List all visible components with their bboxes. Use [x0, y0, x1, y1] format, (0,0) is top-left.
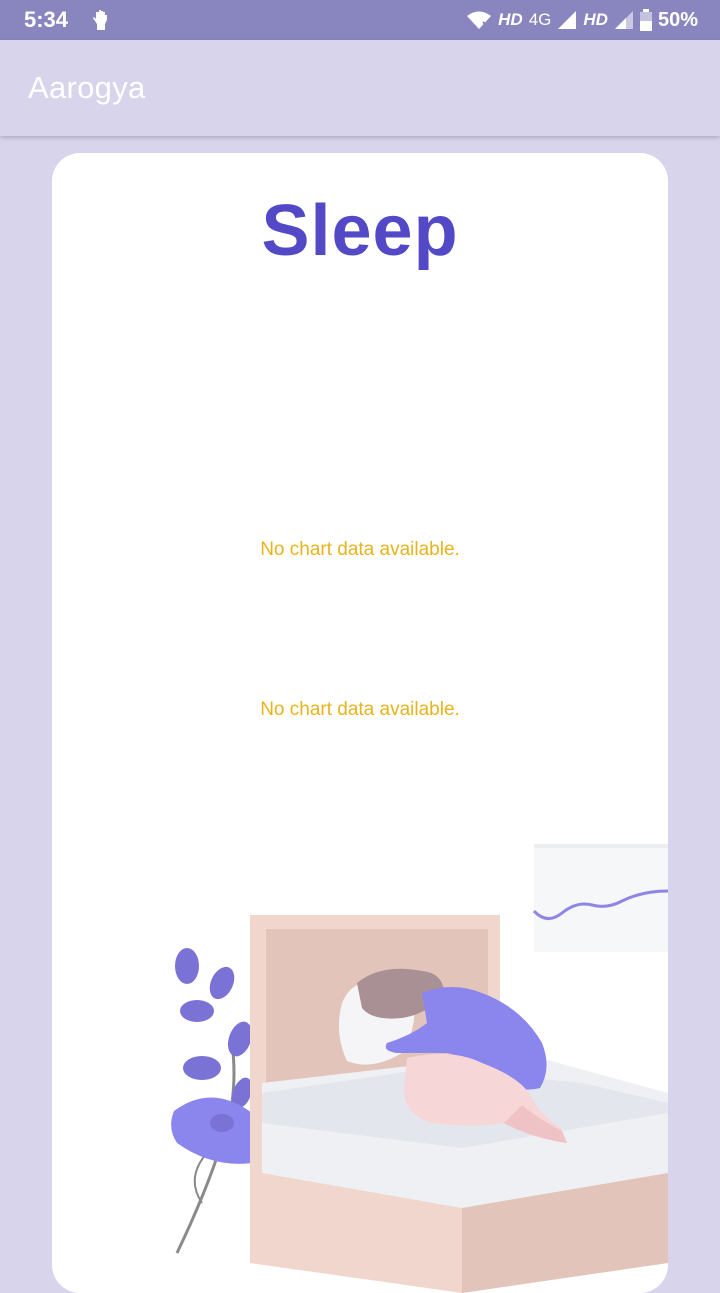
wifi-icon	[467, 11, 492, 29]
signal-icon	[558, 11, 577, 29]
chart-1-empty-message: No chart data available.	[260, 539, 460, 560]
battery-icon	[639, 9, 652, 31]
status-right-group: HD 4G HD 50%	[466, 6, 698, 34]
battery-percent: 50%	[657, 8, 698, 31]
chart-2-empty-message: No chart data available.	[260, 699, 460, 720]
hd-label-2: HD	[583, 10, 608, 29]
sleeping-illustration	[171, 844, 668, 1293]
hd-label-1: HD	[498, 10, 523, 29]
app-bar: Aarogya	[0, 40, 720, 136]
status-bar: 5:34 HD 4G HD 50%	[0, 0, 720, 40]
app-title: Aarogya	[28, 70, 146, 105]
signal-icon-2	[614, 11, 633, 29]
hand-notification-icon	[93, 10, 107, 30]
status-time: 5:34	[24, 7, 69, 32]
sleep-card: Sleep No chart data available. No chart …	[52, 153, 668, 1293]
sleep-heading: Sleep	[261, 191, 459, 271]
network-type: 4G	[528, 10, 552, 29]
